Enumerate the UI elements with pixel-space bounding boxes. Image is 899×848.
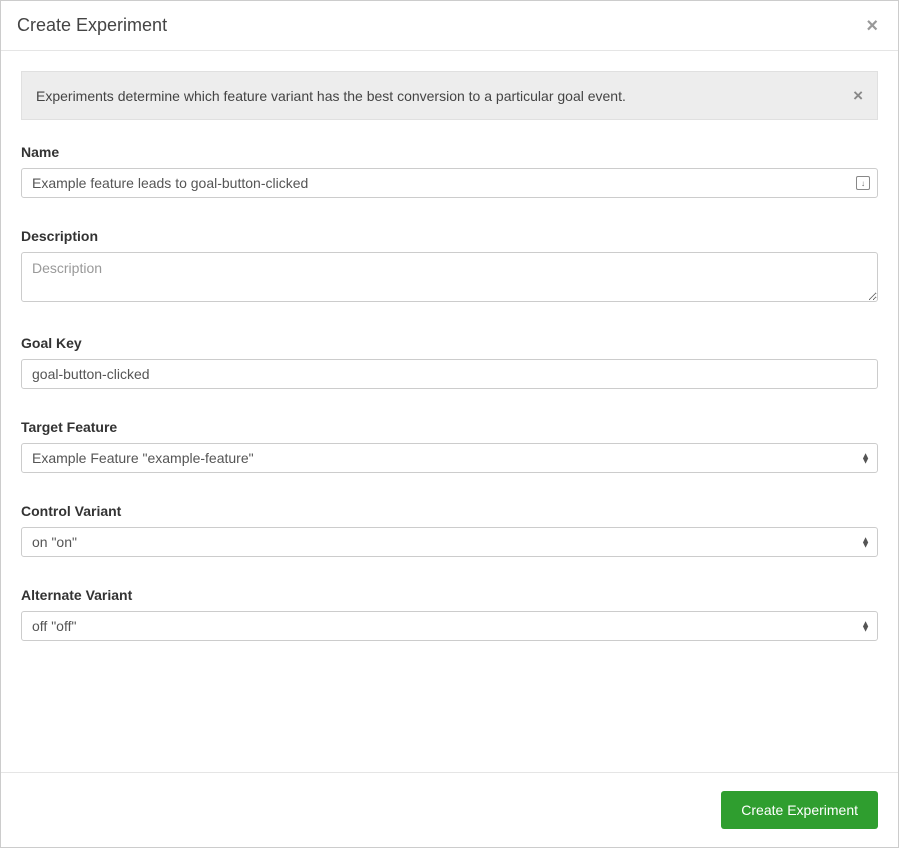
goal-key-field-group: Goal Key: [21, 335, 878, 389]
control-variant-label: Control Variant: [21, 503, 878, 519]
description-label: Description: [21, 228, 878, 244]
alternate-variant-field-group: Alternate Variant off "off" ▲▼: [21, 587, 878, 641]
info-banner: Experiments determine which feature vari…: [21, 71, 878, 120]
alternate-variant-select-wrapper: off "off" ▲▼: [21, 611, 878, 641]
description-field-group: Description: [21, 228, 878, 305]
control-variant-field-group: Control Variant on "on" ▲▼: [21, 503, 878, 557]
create-experiment-modal: Create Experiment × Experiments determin…: [0, 0, 899, 848]
modal-title: Create Experiment: [17, 15, 167, 36]
goal-key-input[interactable]: [21, 359, 878, 389]
description-input[interactable]: [21, 252, 878, 302]
alternate-variant-label: Alternate Variant: [21, 587, 878, 603]
control-variant-select-wrapper: on "on" ▲▼: [21, 527, 878, 557]
target-feature-label: Target Feature: [21, 419, 878, 435]
close-icon: ×: [853, 86, 863, 105]
name-field-group: Name ↓: [21, 144, 878, 198]
control-variant-select[interactable]: on "on": [21, 527, 878, 557]
modal-footer: Create Experiment: [1, 772, 898, 847]
name-input[interactable]: [21, 168, 878, 198]
modal-header: Create Experiment ×: [1, 1, 898, 51]
target-feature-field-group: Target Feature Example Feature "example-…: [21, 419, 878, 473]
info-banner-close-button[interactable]: ×: [853, 87, 863, 104]
target-feature-select-wrapper: Example Feature "example-feature" ▲▼: [21, 443, 878, 473]
close-icon: ×: [866, 15, 878, 37]
name-label: Name: [21, 144, 878, 160]
create-experiment-button[interactable]: Create Experiment: [721, 791, 878, 829]
name-input-wrapper: ↓: [21, 168, 878, 198]
modal-body: Experiments determine which feature vari…: [1, 51, 898, 772]
goal-key-label: Goal Key: [21, 335, 878, 351]
target-feature-select[interactable]: Example Feature "example-feature": [21, 443, 878, 473]
info-banner-text: Experiments determine which feature vari…: [36, 88, 626, 104]
alternate-variant-select[interactable]: off "off": [21, 611, 878, 641]
close-button[interactable]: ×: [862, 16, 882, 36]
